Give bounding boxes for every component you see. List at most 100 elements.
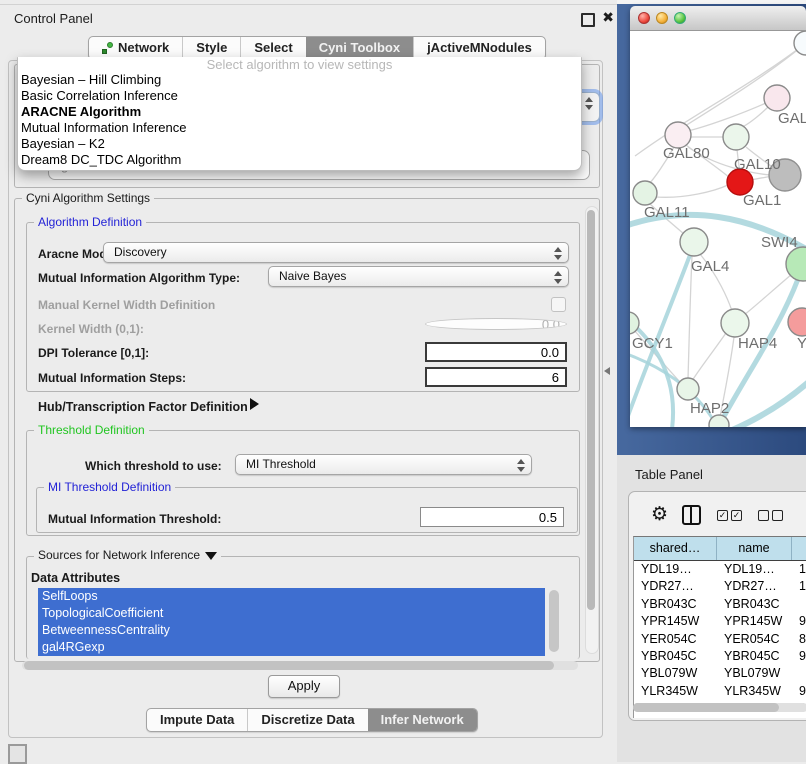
mi-steps-label: Mutual Information Steps: — [38, 371, 186, 385]
table-row[interactable]: YBL079WYBL079W — [634, 665, 806, 682]
select-all-checks-icon[interactable]: ✓✓ — [717, 510, 742, 521]
attribute-item[interactable]: SelfLoops — [38, 588, 545, 605]
bottom-tabs: Impute DataDiscretize DataInfer Network — [146, 708, 478, 732]
zoom-traffic-light-icon[interactable] — [674, 12, 686, 24]
column-header-shared[interactable]: shared… — [634, 537, 717, 560]
table-hscrollbar[interactable] — [633, 703, 806, 712]
table-row[interactable]: YLR345WYLR345W9. — [634, 683, 806, 700]
pane-divider-cursor — [604, 367, 610, 375]
mi-threshold-group-title: MI Threshold Definition — [44, 480, 175, 494]
tab-style[interactable]: Style — [182, 37, 240, 59]
tab-infer-network[interactable]: Infer Network — [368, 709, 477, 731]
node-label: GAL11 — [644, 204, 690, 221]
column-header-name[interactable]: name — [717, 537, 792, 560]
table-panel-region: Table Panel ⚙ ✓✓ shared…nameA YDL19…YDL1… — [617, 455, 806, 762]
table-cell: YBL079W — [634, 665, 717, 682]
minimized-panel-icon[interactable] — [8, 744, 27, 764]
algorithm-option[interactable]: Bayesian – K2 — [18, 136, 581, 152]
manual-kernel-checkbox[interactable] — [551, 297, 566, 312]
network-window-titlebar[interactable] — [630, 6, 806, 31]
table-cell: YDR27… — [717, 578, 792, 595]
mi-steps-input[interactable] — [425, 367, 567, 387]
which-threshold-combobox[interactable]: MI Threshold — [235, 454, 532, 475]
algorithm-option[interactable]: Dream8 DC_TDC Algorithm — [18, 152, 581, 168]
data-attributes-label: Data Attributes — [31, 571, 120, 585]
table-cell: 12 — [792, 578, 806, 595]
mi-type-combobox[interactable]: Naive Bayes — [268, 266, 569, 287]
kernel-width-input[interactable] — [425, 318, 567, 330]
attributes-scrollbar[interactable] — [549, 590, 559, 652]
network-view-window: GALGAL80GAL10GAL1GAL11GAL4SWI4GCY1HAP4YH… — [630, 6, 806, 427]
network-node-hap2[interactable] — [677, 378, 699, 400]
close-traffic-light-icon[interactable] — [638, 12, 650, 24]
settings-scrollbar-thumb[interactable] — [587, 210, 595, 610]
algorithm-option[interactable]: ARACNE Algorithm — [18, 104, 581, 120]
mi-threshold-input[interactable] — [420, 507, 564, 527]
network-node-hap4[interactable] — [721, 309, 749, 337]
collapse-arrow-icon[interactable] — [205, 552, 217, 560]
hub-section-label: Hub/Transcription Factor Definition — [38, 400, 248, 414]
close-icon[interactable]: ✖ — [602, 9, 614, 26]
table-cell: 13 — [792, 561, 806, 578]
table-row[interactable]: YBR045CYBR045C9. — [634, 648, 806, 665]
network-node-gal4[interactable] — [680, 228, 708, 256]
manual-kernel-label: Manual Kernel Width Definition — [38, 298, 215, 312]
table-hscrollbar-thumb[interactable] — [633, 703, 779, 712]
node-label: HAP2 — [690, 400, 729, 417]
table-cell: 8. — [792, 631, 806, 648]
tab-label: Network — [118, 37, 169, 59]
data-attributes-list[interactable]: SelfLoopsTopologicalCoefficientBetweenne… — [38, 588, 545, 656]
tab-select[interactable]: Select — [240, 37, 305, 59]
which-threshold-value: MI Threshold — [246, 457, 316, 471]
apply-button[interactable]: Apply — [268, 675, 340, 698]
algorithm-dropdown-popup: Select algorithm to view settings Bayesi… — [17, 57, 582, 171]
float-window-icon[interactable] — [581, 13, 595, 27]
tab-network[interactable]: Network — [89, 37, 182, 59]
network-node-gal11[interactable] — [633, 181, 657, 205]
tab-impute-data[interactable]: Impute Data — [147, 709, 247, 731]
tab-label: jActiveMNodules — [427, 37, 532, 59]
node-label: GAL — [778, 110, 806, 127]
settings-hscrollbar-thumb[interactable] — [24, 661, 554, 670]
kernel-width-label: Kernel Width (0,1): — [38, 322, 144, 336]
network-node-gal10[interactable] — [723, 124, 749, 150]
network-node-y[interactable] — [788, 308, 806, 336]
network-canvas[interactable]: GALGAL80GAL10GAL1GAL11GAL4SWI4GCY1HAP4YH… — [630, 31, 806, 427]
threshold-definition-title: Threshold Definition — [34, 423, 149, 437]
algorithm-option[interactable]: Basic Correlation Inference — [18, 88, 581, 104]
gear-icon[interactable]: ⚙ — [651, 505, 668, 525]
node-label: SWI4 — [761, 234, 798, 251]
settings-scrollbar[interactable] — [585, 206, 599, 654]
network-node-gal[interactable] — [764, 85, 790, 111]
attribute-item[interactable]: BetweennessCentrality — [38, 622, 545, 639]
table-row[interactable]: YBR043CYBR043C — [634, 596, 806, 613]
table-cell: YLR345W — [717, 683, 792, 700]
table-row[interactable]: YDR27…YDR27…12 — [634, 578, 806, 595]
node-label: Y — [797, 335, 806, 352]
network-icon — [102, 42, 113, 54]
tab-discretize-data[interactable]: Discretize Data — [247, 709, 367, 731]
attribute-item[interactable]: gal4RGexp — [38, 639, 545, 656]
settings-hscrollbar[interactable] — [22, 661, 578, 670]
network-edge — [725, 379, 806, 427]
table-row[interactable]: YDL19…YDL19…13 — [634, 561, 806, 578]
column-header-a[interactable]: A — [792, 537, 806, 560]
columns-icon[interactable] — [682, 505, 701, 525]
network-edge — [692, 333, 726, 381]
table-cell: YDR27… — [634, 578, 717, 595]
node-label: GAL80 — [663, 145, 710, 162]
aracne-mode-combobox[interactable]: Discovery — [103, 242, 569, 263]
tab-jactivemnodules[interactable]: jActiveMNodules — [413, 37, 545, 59]
minimize-traffic-light-icon[interactable] — [656, 12, 668, 24]
algorithm-option[interactable]: Bayesian – Hill Climbing — [18, 72, 581, 88]
expand-arrow-icon[interactable] — [250, 398, 259, 410]
table-row[interactable]: YPR145WYPR145W9. — [634, 613, 806, 630]
table-cell: YPR145W — [717, 613, 792, 630]
dpi-tolerance-input[interactable] — [425, 342, 567, 362]
tab-cyni-toolbox[interactable]: Cyni Toolbox — [306, 37, 413, 59]
attribute-item[interactable]: TopologicalCoefficient — [38, 605, 545, 622]
algorithm-option[interactable]: Mutual Information Inference — [18, 120, 581, 136]
network-graph: GALGAL80GAL10GAL1GAL11GAL4SWI4GCY1HAP4YH… — [630, 31, 806, 427]
table-row[interactable]: YER054CYER054C8. — [634, 631, 806, 648]
deselect-all-checks-icon[interactable] — [758, 510, 783, 521]
